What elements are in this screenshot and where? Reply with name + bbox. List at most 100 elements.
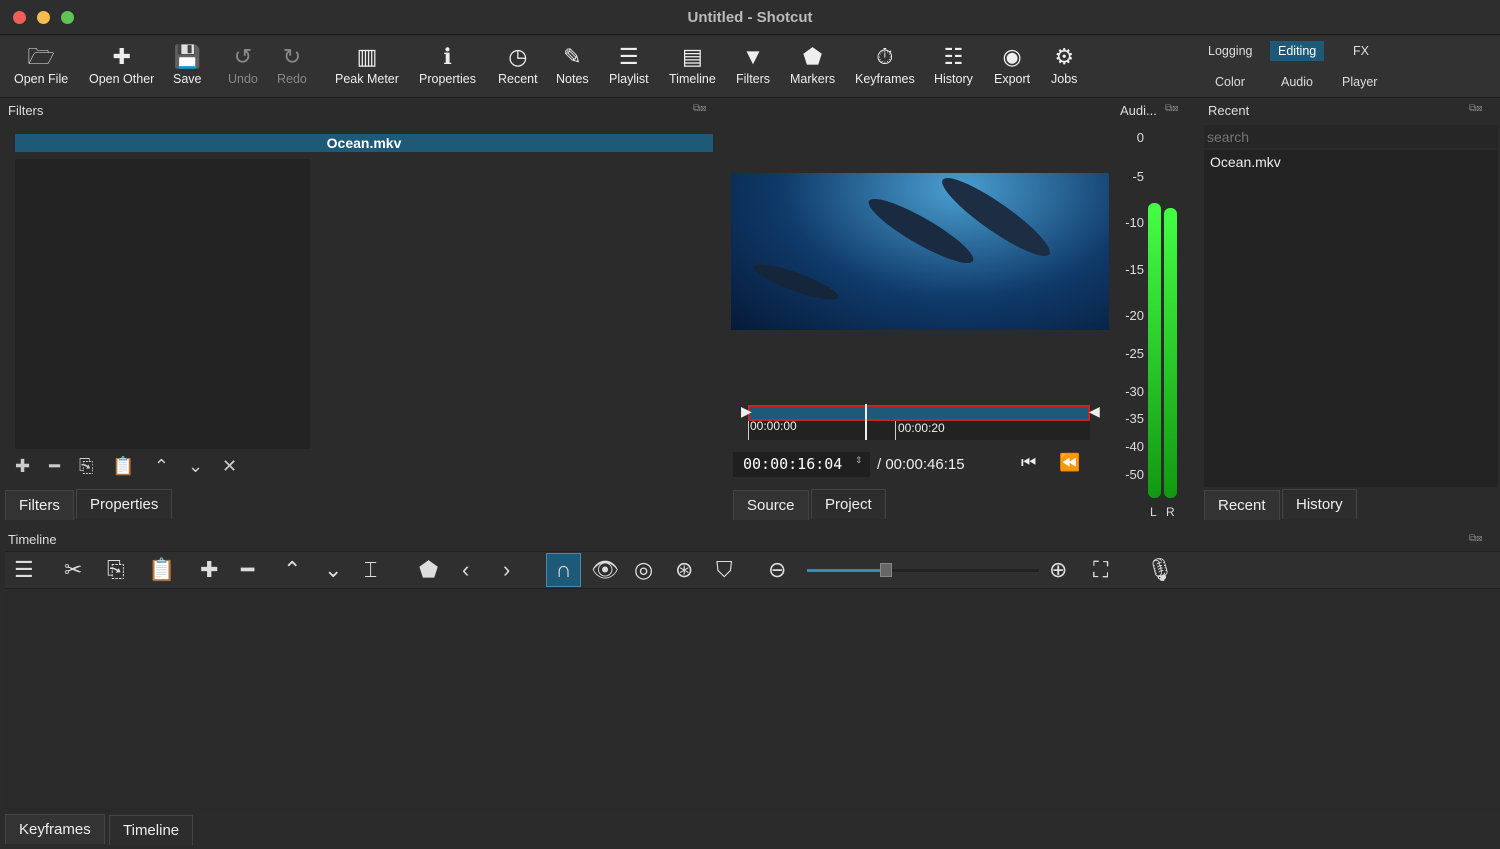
remove-button[interactable]: ━: [241, 556, 254, 584]
zoom-fit-icon[interactable]: ⛶: [1093, 556, 1108, 584]
playhead[interactable]: [865, 404, 867, 440]
meter-scale-label: -5: [1132, 169, 1144, 184]
duration-label: / 00:00:46:15: [877, 456, 965, 473]
next-marker-button[interactable]: ›: [503, 556, 510, 584]
toolbar-label: Timeline: [669, 72, 716, 86]
tab-source[interactable]: Source: [733, 490, 809, 520]
toolbar-open-file-button[interactable]: 🗁 Open File: [14, 42, 68, 86]
tab-filters[interactable]: Filters: [5, 490, 74, 520]
tab-history[interactable]: History: [1282, 489, 1357, 519]
clock-icon: ◷: [508, 44, 528, 69]
rewind-button[interactable]: ⏪: [1059, 453, 1080, 473]
meter-scale-label: -10: [1125, 215, 1144, 230]
workspace-logging[interactable]: Logging: [1200, 41, 1261, 61]
snap-magnet-icon[interactable]: ∩: [546, 553, 581, 587]
recent-list: Ocean.mkv: [1204, 150, 1498, 487]
tab-keyframes[interactable]: Keyframes: [5, 814, 105, 844]
zoom-out-icon[interactable]: ⊖: [768, 556, 786, 584]
workspace-color[interactable]: Color: [1207, 72, 1253, 92]
toolbar-label: Redo: [277, 72, 307, 86]
meter-scale-label: -50: [1125, 467, 1144, 482]
history-icon: ☷: [943, 44, 964, 69]
tab-properties[interactable]: Properties: [76, 489, 173, 519]
toolbar-label: History: [934, 72, 973, 86]
skip-previous-button[interactable]: ⏮: [1021, 453, 1036, 473]
ripple-all-icon[interactable]: ⊛: [675, 556, 693, 584]
record-audio-icon[interactable]: 🎙: [1146, 556, 1174, 584]
timeline-tracks[interactable]: [5, 590, 1500, 813]
scrub-eye-icon[interactable]: 👁: [591, 556, 619, 584]
lift-button[interactable]: ⌃: [283, 556, 301, 584]
previous-marker-button[interactable]: ‹: [462, 556, 469, 584]
panel-float-close-icons[interactable]: ⧉⊠: [1469, 103, 1483, 114]
timecode-spinner[interactable]: ⇕: [855, 455, 863, 466]
out-point-handle[interactable]: ◀: [1089, 403, 1100, 420]
toolbar-history-button[interactable]: ☷ History: [934, 42, 973, 86]
panel-float-close-icons[interactable]: ⧉⊠: [1469, 533, 1483, 544]
paste-button[interactable]: 📋: [148, 556, 175, 584]
toolbar-label: Recent: [498, 72, 538, 86]
list-item[interactable]: Ocean.mkv: [1204, 150, 1498, 174]
workspace-player[interactable]: Player: [1334, 72, 1385, 92]
toolbar-keyframes-button[interactable]: ⏱ Keyframes: [855, 42, 915, 86]
remove-filter-button[interactable]: ━: [49, 456, 60, 476]
video-preview[interactable]: [731, 173, 1109, 330]
toolbar-recent-button[interactable]: ◷ Recent: [498, 42, 538, 86]
gear-icon: ⚙: [1054, 44, 1075, 69]
toolbar-label: Open File: [14, 72, 69, 86]
tab-recent[interactable]: Recent: [1204, 490, 1280, 520]
toolbar-peak-meter-button[interactable]: ▥ Peak Meter: [335, 42, 399, 86]
panel-float-close-icons[interactable]: ⧉⊠: [693, 103, 707, 114]
recent-search-input[interactable]: [1204, 125, 1498, 148]
workspace-editing[interactable]: Editing: [1270, 41, 1325, 61]
zoom-in-icon[interactable]: ⊕: [1049, 556, 1067, 584]
overwrite-button[interactable]: ⌄: [324, 556, 342, 584]
toolbar-export-button[interactable]: ◉ Export: [994, 42, 1030, 86]
toolbar-save-button[interactable]: 💾 Save: [173, 42, 202, 86]
toolbar-timeline-button[interactable]: ▤ Timeline: [669, 42, 716, 86]
zoom-slider[interactable]: [807, 569, 1039, 572]
toolbar-undo-button[interactable]: ↺ Undo: [228, 42, 258, 86]
in-out-range[interactable]: [748, 405, 1090, 421]
toolbar-filters-button[interactable]: ▼ Filters: [736, 42, 770, 86]
toolbar-properties-button[interactable]: ℹ Properties: [419, 42, 476, 86]
append-button[interactable]: ✚: [200, 556, 218, 584]
tab-project[interactable]: Project: [811, 489, 886, 519]
toolbar-notes-button[interactable]: ✎ Notes: [556, 42, 589, 86]
paste-filter-button[interactable]: 📋: [112, 456, 134, 476]
tab-timeline[interactable]: Timeline: [109, 815, 194, 845]
timecode-field[interactable]: 00:00:16:04: [733, 452, 870, 477]
meter-scale-label: -40: [1125, 439, 1144, 454]
toolbar-label: Notes: [556, 72, 589, 86]
current-clip-name: Ocean.mkv: [15, 134, 713, 152]
ripple-icon[interactable]: ◎: [634, 556, 653, 584]
copy-button[interactable]: ⎘: [107, 556, 125, 584]
move-up-button[interactable]: ⌃: [154, 456, 169, 476]
cut-button[interactable]: ✂: [64, 556, 82, 584]
toolbar-markers-button[interactable]: ⬟ Markers: [790, 42, 835, 86]
zoom-slider-handle[interactable]: [880, 563, 892, 577]
ruler-label: 00:00:20: [895, 421, 945, 440]
panel-float-close-icons[interactable]: ⧉⊠: [1165, 103, 1179, 114]
marker-icon: ⬟: [803, 44, 823, 69]
folder-icon: 🗁: [27, 44, 55, 69]
toolbar-jobs-button[interactable]: ⚙ Jobs: [1051, 42, 1077, 86]
workspace-fx[interactable]: FX: [1345, 41, 1377, 61]
workspace-audio[interactable]: Audio: [1273, 72, 1321, 92]
add-filter-button[interactable]: ✚: [15, 456, 30, 476]
window-title: Untitled - Shotcut: [687, 9, 813, 26]
ripple-markers-icon[interactable]: ⛉: [716, 556, 733, 584]
timeline-menu-button[interactable]: ☰: [14, 556, 34, 584]
toolbar-open-other-button[interactable]: ✚ Open Other: [89, 42, 154, 86]
filter-list[interactable]: [15, 159, 310, 449]
deselect-button[interactable]: ✕: [222, 456, 237, 476]
meter-scale-label: 0: [1136, 130, 1144, 145]
toolbar-redo-button[interactable]: ↻ Redo: [277, 42, 307, 86]
split-button[interactable]: ⌶: [364, 556, 377, 584]
move-down-button[interactable]: ⌄: [188, 456, 203, 476]
in-point-handle[interactable]: ▶: [741, 403, 752, 420]
copy-filter-button[interactable]: ⎘: [79, 456, 93, 476]
recent-panel-title: Recent: [1208, 103, 1250, 118]
toolbar-playlist-button[interactable]: ☰ Playlist: [609, 42, 649, 86]
add-marker-button[interactable]: ⬟: [419, 556, 438, 584]
